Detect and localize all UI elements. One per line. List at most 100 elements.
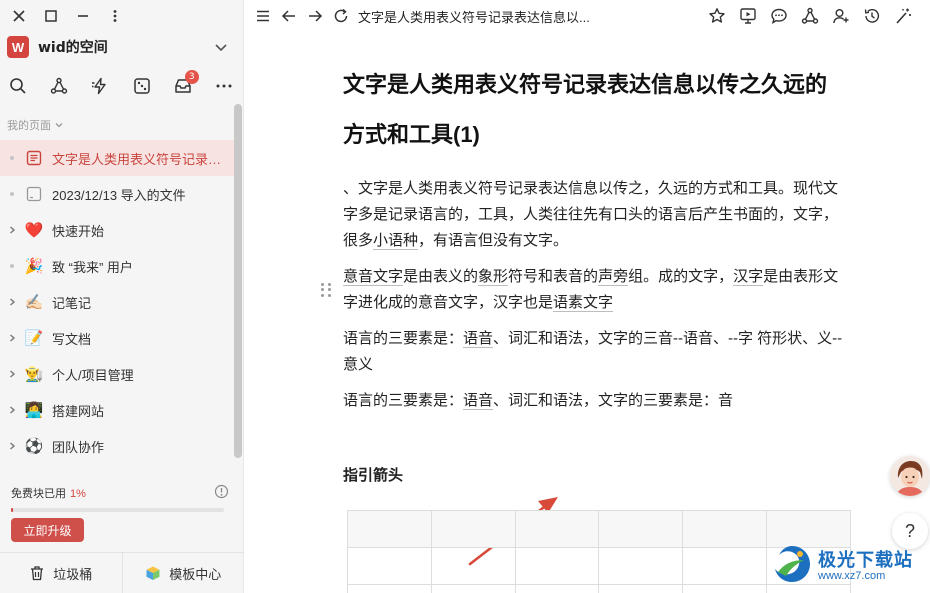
bullet-dot-icon xyxy=(6,188,18,200)
window-controls xyxy=(10,6,124,26)
sidebar-page-label: 个人/项目管理 xyxy=(52,367,134,383)
link-chinese-characters[interactable]: 汉字 xyxy=(733,268,764,286)
sidebar-page-item[interactable]: 🎉 致 “我来” 用户 xyxy=(0,248,236,284)
watermark-text: 极光下载站 www.xz7.com xyxy=(818,546,913,582)
document-tools xyxy=(706,5,914,27)
star-icon[interactable] xyxy=(706,5,728,27)
workspace-logo: W xyxy=(7,36,29,58)
document-body: 文字是人类用表义符号记录表达信息以传之久远的方式和工具(1) 、文字是人类用表义… xyxy=(343,60,843,485)
sidebar-scrollbar[interactable] xyxy=(234,104,242,458)
graph-icon[interactable] xyxy=(47,74,71,98)
add-member-icon[interactable] xyxy=(830,5,852,27)
graph-view-icon[interactable] xyxy=(799,5,821,27)
link-phonetic-radical[interactable]: 声旁 xyxy=(598,268,629,286)
more-horizontal-icon[interactable] xyxy=(212,74,236,98)
quota-info: 免费块已用 1% xyxy=(11,484,231,501)
link-small-language[interactable]: 小语种 xyxy=(373,232,419,250)
block-drag-handle-icon[interactable] xyxy=(321,283,333,297)
refresh-icon[interactable] xyxy=(330,5,352,27)
paragraph-1[interactable]: 、文字是人类用表义符号记录表达信息以传之，久远的方式和工具。现代文字多是记录语言… xyxy=(343,176,843,254)
quota-progress-bar xyxy=(11,508,224,512)
chevron-right-icon[interactable] xyxy=(6,368,18,380)
quota-percent: 1% xyxy=(70,488,86,500)
sidebar-page-item[interactable]: 2023/12/13 导入的文件 xyxy=(0,176,236,212)
sidebar-page-item[interactable]: 👨‍🌾 个人/项目管理 xyxy=(0,356,236,392)
present-icon[interactable] xyxy=(737,5,759,27)
sidebar-page-label: 写文档 xyxy=(52,331,92,347)
sidebar-page-item[interactable]: 📝 写文档 xyxy=(0,320,236,356)
paragraph-1-text-b: ，有语言但没有文字。 xyxy=(418,232,569,249)
dice-icon[interactable] xyxy=(130,74,154,98)
document-title[interactable]: 文字是人类用表义符号记录表达信息以传之久远的方式和工具(1) xyxy=(343,60,843,160)
more-vertical-icon[interactable] xyxy=(106,7,124,25)
sidebar-page-item[interactable]: ⚽ 团队协作 xyxy=(0,428,236,464)
paragraph-2-text-1: 是由表义的 xyxy=(403,268,479,285)
link-morpheme-script[interactable]: 语素文字 xyxy=(553,294,614,312)
watermark: 极光下载站 www.xz7.com xyxy=(770,540,926,588)
sidebar-page-label: 文字是人类用表义符号记录表达信息以传之久远的方式和工具(1) xyxy=(52,151,232,167)
history-icon[interactable] xyxy=(861,5,883,27)
paragraph-2-text-2: 符号和表音的 xyxy=(508,268,599,285)
chevron-right-icon[interactable] xyxy=(6,440,18,452)
section-heading-guide-arrow[interactable]: 指引箭头 xyxy=(343,464,843,485)
sidebar-page-item[interactable]: ❤️ 快速开始 xyxy=(0,212,236,248)
page-tree: 文字是人类用表义符号记录表达信息以传之久远的方式和工具(1) 2023/12/13… xyxy=(0,140,236,464)
paragraph-3[interactable]: 语言的三要素是：语音、词汇和语法，文字的三音--语音、--字 符形状、义--意义 xyxy=(343,326,843,378)
soccer-icon: ⚽ xyxy=(24,437,44,455)
sidebar-page-item[interactable]: ✍🏻 记笔记 xyxy=(0,284,236,320)
paragraph-2-text-3: 组。成的文字， xyxy=(628,268,734,285)
template-center-button[interactable]: 模板中心 xyxy=(121,553,245,593)
sidebar-page-item[interactable]: 👩‍💻 搭建网站 xyxy=(0,392,236,428)
party-icon: 🎉 xyxy=(24,257,44,275)
link-pictograph[interactable]: 象形 xyxy=(478,268,509,286)
sidebar-page-label: 致 “我来” 用户 xyxy=(52,259,133,275)
section-label-text: 我的页面 xyxy=(7,119,51,132)
watermark-name: 极光下载站 xyxy=(818,550,913,570)
bullet-dot-icon xyxy=(6,152,18,164)
document-topbar: 文字是人类用表义符号记录表达信息以... xyxy=(244,0,930,32)
paragraph-4[interactable]: 语言的三要素是：语音、词汇和语法，文字的三要素是：音 xyxy=(343,388,843,414)
upgrade-button[interactable]: 立即升级 xyxy=(11,518,84,542)
menu-icon[interactable] xyxy=(252,5,274,27)
sidebar-page-item[interactable]: 文字是人类用表义符号记录表达信息以传之久远的方式和工具(1) xyxy=(0,140,236,176)
lightning-icon[interactable] xyxy=(88,74,112,98)
paragraph-2[interactable]: 意音文字是由表义的象形符号和表音的声旁组。成的文字，汉字是由表形文字进化成的意音… xyxy=(343,264,843,316)
sidebar-page-label: 记笔记 xyxy=(52,295,92,311)
back-arrow-icon[interactable] xyxy=(278,5,300,27)
info-icon[interactable] xyxy=(214,484,229,499)
sidebar-page-label: 搭建网站 xyxy=(52,403,105,419)
section-label-my-pages[interactable]: 我的页面 xyxy=(7,117,64,133)
maximize-icon[interactable] xyxy=(42,7,60,25)
close-icon[interactable] xyxy=(10,7,28,25)
watermark-logo-icon xyxy=(775,546,810,582)
pen-icon: ✍🏻 xyxy=(24,293,44,311)
topbar-document-title: 文字是人类用表义符号记录表达信息以... xyxy=(358,9,590,25)
paragraph-4-text-a: 语言的三要素是： xyxy=(343,392,464,409)
inbox-icon[interactable]: 3 xyxy=(171,70,199,98)
chevron-down-icon[interactable] xyxy=(213,39,229,55)
workspace-name: wid的空间 xyxy=(38,40,108,56)
chevron-right-icon[interactable] xyxy=(6,404,18,416)
heart-icon: ❤️ xyxy=(24,221,44,239)
workspace-switcher[interactable]: W wid的空间 xyxy=(7,34,235,60)
comment-icon[interactable] xyxy=(768,5,790,27)
minimize-icon[interactable] xyxy=(74,7,92,25)
assistant-avatar[interactable] xyxy=(890,456,930,496)
chevron-right-icon[interactable] xyxy=(6,296,18,308)
template-box-icon xyxy=(146,566,160,580)
link-phonetics[interactable]: 语音 xyxy=(463,330,494,348)
doc-icon xyxy=(24,148,44,168)
chevron-right-icon[interactable] xyxy=(6,224,18,236)
chevron-right-icon[interactable] xyxy=(6,332,18,344)
watermark-url: www.xz7.com xyxy=(818,570,886,582)
trash-icon xyxy=(31,566,44,581)
forward-arrow-icon[interactable] xyxy=(304,5,326,27)
magic-wand-icon[interactable] xyxy=(892,5,914,27)
link-phonetics-2[interactable]: 语音 xyxy=(463,392,494,410)
sidebar-toolbar: 3 xyxy=(6,70,236,98)
link-ideographic-script[interactable]: 意音文字 xyxy=(343,268,404,286)
woman-icon: 👩‍💻 xyxy=(24,401,44,419)
trash-button[interactable]: 垃圾桶 xyxy=(0,553,122,593)
bullet-dot-icon xyxy=(6,260,18,272)
search-icon[interactable] xyxy=(6,74,30,98)
